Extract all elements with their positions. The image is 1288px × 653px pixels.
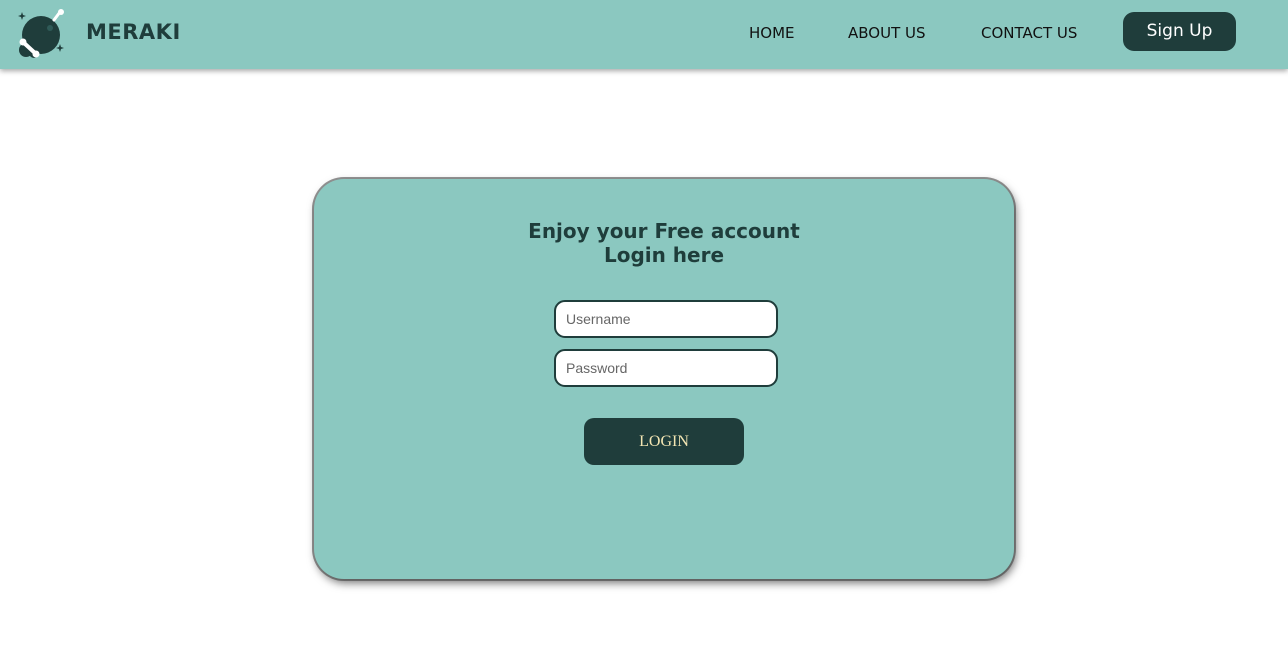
- login-heading: Enjoy your Free account Login here: [314, 219, 1014, 267]
- top-navbar: MERAKI HOME ABOUT US CONTACT US Sign Up: [0, 0, 1288, 69]
- login-heading-line1: Enjoy your Free account: [528, 219, 800, 243]
- login-heading-line2: Login here: [603, 243, 725, 267]
- brand-name[interactable]: MERAKI: [86, 20, 181, 44]
- nav-contact-us-link[interactable]: CONTACT US: [981, 24, 1077, 42]
- login-card: Enjoy your Free account Login here LOGIN: [314, 179, 1014, 579]
- username-input[interactable]: [554, 300, 778, 338]
- password-input[interactable]: [554, 349, 778, 387]
- nav-home-link[interactable]: HOME: [749, 24, 795, 42]
- planet-logo-icon[interactable]: [14, 6, 68, 60]
- nav-about-us-link[interactable]: ABOUT US: [848, 24, 926, 42]
- login-button[interactable]: LOGIN: [584, 418, 744, 465]
- sign-up-button[interactable]: Sign Up: [1123, 12, 1236, 51]
